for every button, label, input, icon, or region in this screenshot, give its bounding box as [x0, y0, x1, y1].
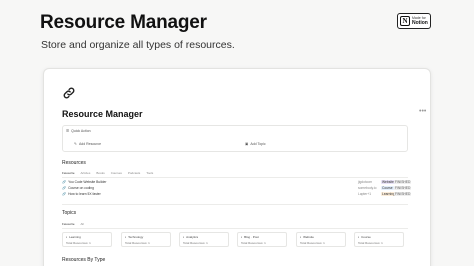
table-row[interactable]: 🔗 How to learn 5X faster Lapter+1 Learnin…: [62, 192, 412, 198]
topic-card-technology[interactable]: ▪ Technology Total Resources: 1: [121, 232, 171, 247]
divider: [62, 177, 408, 178]
topic-name-text: Website: [303, 235, 314, 239]
badge-big-text: Notion: [412, 20, 428, 26]
divider: [62, 228, 408, 229]
row-name: 🔗 Course on coding: [62, 186, 94, 190]
tab-books[interactable]: Books: [96, 171, 104, 175]
tab-topics-all[interactable]: All: [81, 222, 84, 226]
row-name-text: How to learn 5X faster: [68, 192, 101, 196]
topic-name: ▪ Course: [358, 235, 400, 239]
topic-count: Total Resources: 1: [125, 241, 150, 245]
row-status: FINISHED: [394, 180, 412, 184]
topic-card-website[interactable]: ▪ Website Total Resources: 1: [296, 232, 346, 247]
topic-name-text: Analytics: [186, 235, 199, 239]
topic-icon: ▪: [241, 235, 243, 239]
topic-icon: ▪: [300, 235, 302, 239]
topic-name-text: Course: [361, 235, 371, 239]
row-name-text: You Code Website Builder: [68, 180, 107, 184]
topic-icon: ▪: [183, 235, 185, 239]
resources-tabs: Favourite Articles Books Courses Podcast…: [62, 171, 153, 175]
topic-name: ▪ Blog · Post: [241, 235, 283, 239]
tab-courses[interactable]: Courses: [111, 171, 122, 175]
hero-subtitle: Store and organize all types of resource…: [41, 39, 235, 51]
row-name: 🔗 How to learn 5X faster: [62, 192, 101, 196]
notion-logo-icon: N: [400, 16, 410, 26]
made-for-notion-badge[interactable]: N Made for Notion: [397, 13, 431, 29]
topic-count: Total Resources: 1: [358, 241, 383, 245]
topic-card-analytics[interactable]: ▪ Analytics Total Resources: 1: [179, 232, 229, 247]
topic-icon: ▪: [66, 235, 68, 239]
topic-card-blog-post[interactable]: ▪ Blog · Post Total Resources: 1: [237, 232, 287, 247]
link-icon: 🔗: [62, 186, 67, 190]
add-resource-label: Add Resource: [78, 142, 102, 146]
topic-icon: ▪: [358, 235, 360, 239]
link-icon: 🔗: [62, 192, 67, 196]
topic-card-course[interactable]: ▪ Course Total Resources: 1: [354, 232, 404, 247]
add-resource-icon: ✎: [74, 142, 77, 146]
row-tag: Course: [381, 186, 394, 190]
quick-action-label: ☰ Quick Action: [66, 129, 91, 133]
add-topic-icon: ▣: [245, 142, 249, 146]
topic-name: ▪ Website: [300, 235, 342, 239]
link-icon: [63, 87, 75, 99]
topic-card-learning[interactable]: ▪ Learning Total Resources: 1: [62, 232, 112, 247]
tab-tools[interactable]: Tools: [146, 171, 153, 175]
row-meta: somebody.io: [358, 186, 377, 190]
topic-name: ▪ Analytics: [183, 235, 225, 239]
more-options-icon[interactable]: •••: [419, 108, 426, 115]
topic-name-text: Blog · Post: [244, 235, 259, 239]
topic-count: Total Resources: 1: [241, 241, 266, 245]
topic-icon: ▪: [125, 235, 127, 239]
row-name-text: Course on coding: [68, 186, 94, 190]
topics-heading: Topics: [62, 210, 77, 216]
add-topic-button[interactable]: ▣ Add Topic: [245, 142, 266, 146]
tab-articles[interactable]: Articles: [81, 171, 91, 175]
tab-favourite[interactable]: Favourite: [62, 171, 75, 175]
quick-action-box: [62, 125, 408, 152]
row-meta: Lapter+1: [358, 192, 372, 196]
topic-count: Total Resources: 1: [183, 241, 208, 245]
page-title: Resource Manager: [62, 109, 143, 119]
divider: [62, 204, 408, 205]
topic-count: Total Resources: 1: [66, 241, 91, 245]
badge-text: Made for Notion: [412, 16, 428, 26]
resources-by-type-heading: Resources By Type: [62, 257, 106, 263]
add-resource-button[interactable]: ✎ Add Resource: [74, 142, 101, 146]
row-status: FINISHED: [394, 186, 412, 190]
row-meta: jigdotcom: [358, 180, 373, 184]
topic-name: ▪ Technology: [125, 235, 167, 239]
tab-topics-favourite[interactable]: Favourite: [62, 222, 75, 226]
hero-title: Resource Manager: [40, 12, 207, 33]
quick-action-text: Quick Action: [71, 129, 91, 133]
row-status: FINISHED: [394, 192, 412, 196]
add-topic-label: Add Topic: [250, 142, 266, 146]
link-icon: 🔗: [62, 180, 67, 184]
topics-tabs: Favourite All: [62, 222, 84, 226]
topic-name: ▪ Learning: [66, 235, 108, 239]
resources-heading: Resources: [62, 160, 86, 166]
tab-podcasts[interactable]: Podcasts: [128, 171, 140, 175]
topic-name-text: Learning: [69, 235, 81, 239]
topic-name-text: Technology: [128, 235, 144, 239]
row-name: 🔗 You Code Website Builder: [62, 180, 106, 184]
row-tag: Website: [381, 180, 395, 184]
quick-action-icon: ☰: [66, 129, 70, 133]
topic-count: Total Resources: 1: [300, 241, 325, 245]
